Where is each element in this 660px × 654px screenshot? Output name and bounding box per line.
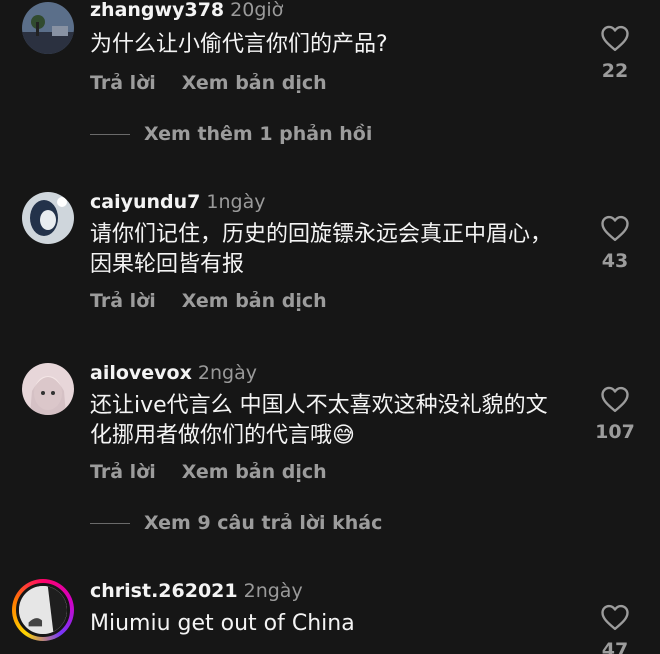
heart-icon [601, 25, 629, 52]
comments-list: zhangwy378 20giờ 为什么让小偷代言你们的产品? Trả lời Xe… [0, 0, 660, 654]
comment-text: 还让ive代言么 中国人不太喜欢这种没礼貌的文化挪用者做你们的代言哦😅 [90, 393, 548, 448]
like-count: 47 [601, 639, 629, 654]
like-button[interactable]: 22 [590, 24, 640, 82]
like-button[interactable]: 47 [590, 603, 640, 654]
like-count: 43 [601, 250, 629, 272]
like-button[interactable]: 43 [590, 214, 640, 272]
username[interactable]: ailovevox [90, 362, 192, 384]
translate-button[interactable]: Xem bản dịch [182, 290, 327, 312]
heart-icon [601, 215, 629, 242]
avatar[interactable] [22, 363, 74, 415]
reply-button[interactable]: Trả lời [90, 290, 156, 312]
comment-text: Miumiu get out of China [90, 611, 355, 636]
avatar[interactable] [22, 2, 74, 54]
username[interactable]: caiyundu7 [90, 191, 200, 213]
view-replies-label: Xem 9 câu trả lời khác [144, 512, 383, 534]
username[interactable]: christ.262021 [90, 580, 238, 602]
comment-text: 为什么让小偷代言你们的产品? [90, 32, 388, 57]
timestamp: 2ngày [197, 362, 257, 384]
heart-icon [601, 386, 629, 413]
like-count: 107 [595, 421, 635, 443]
timestamp: 2ngày [243, 580, 303, 602]
comment-text: 请你们记住，历史的回旋镖永远会真正中眉心，因果轮回皆有报 [90, 222, 553, 277]
reply-button[interactable]: Trả lời [90, 461, 156, 483]
view-replies-label: Xem thêm 1 phản hồi [144, 123, 373, 145]
like-count: 22 [601, 60, 629, 82]
heart-icon [601, 604, 629, 631]
view-replies-button[interactable]: Xem thêm 1 phản hồi [90, 123, 372, 145]
translate-button[interactable]: Xem bản dịch [182, 461, 327, 483]
avatar[interactable] [12, 579, 74, 641]
divider [90, 522, 130, 524]
view-replies-button[interactable]: Xem 9 câu trả lời khác [90, 512, 382, 534]
like-button[interactable]: 107 [590, 385, 640, 443]
reply-button[interactable]: Trả lời [90, 72, 156, 94]
username[interactable]: zhangwy378 [90, 0, 224, 21]
timestamp: 1ngày [206, 191, 266, 213]
divider [90, 133, 130, 135]
avatar[interactable] [22, 192, 74, 244]
timestamp: 20giờ [230, 0, 284, 21]
translate-button[interactable]: Xem bản dịch [182, 72, 327, 94]
